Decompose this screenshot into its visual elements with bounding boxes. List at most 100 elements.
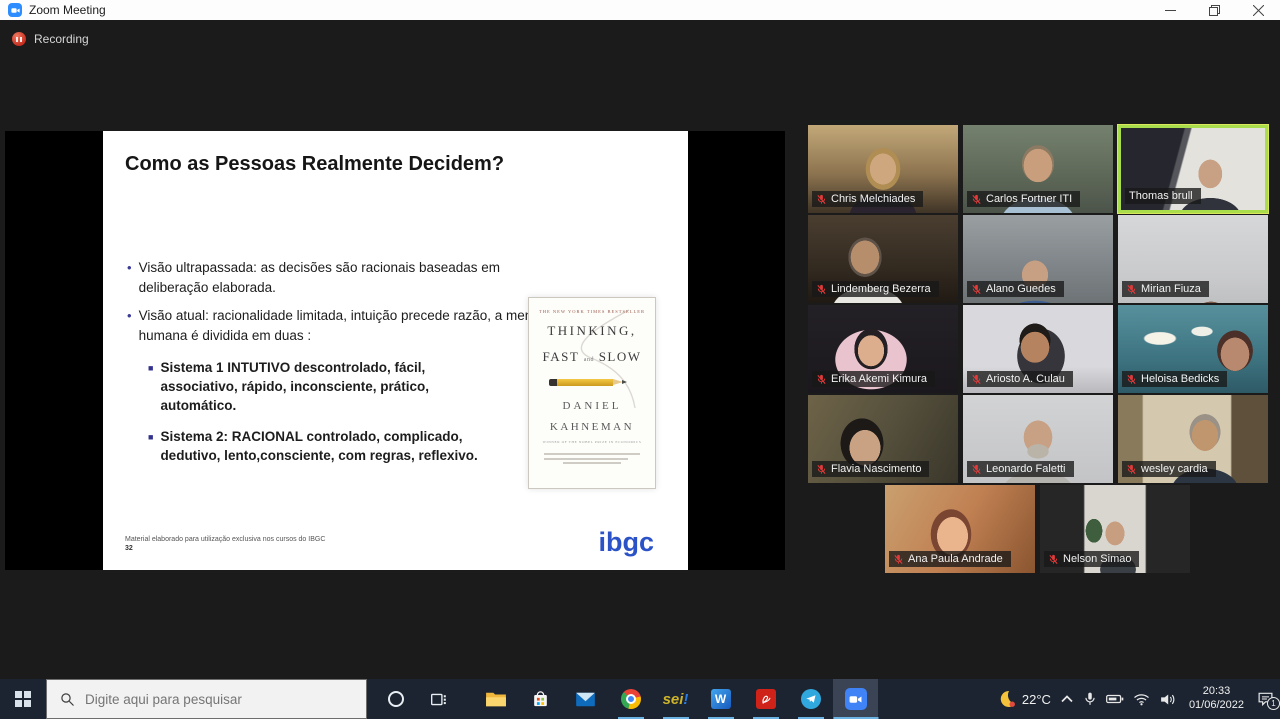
- slide-page-number: 32: [125, 544, 325, 553]
- book-author-line2: KAHNEMAN: [529, 421, 655, 433]
- muted-mic-icon: [893, 554, 904, 565]
- participant-name: Carlos Fortner ITI: [986, 193, 1072, 205]
- bullet-marker: •: [127, 258, 132, 297]
- muted-mic-icon: [971, 194, 982, 205]
- video-tile[interactable]: Flavia Nascimento: [808, 395, 958, 483]
- video-tile[interactable]: Lindemberg Bezerra: [808, 215, 958, 303]
- video-tile[interactable]: Nelson Simao: [1040, 485, 1190, 573]
- slide-bullet: • Visão ultrapassada: as decisões são ra…: [127, 258, 572, 297]
- search-input[interactable]: [85, 692, 335, 707]
- video-tile[interactable]: Alano Guedes: [963, 215, 1113, 303]
- network-tray-button[interactable]: [1133, 692, 1150, 706]
- participant-nameplate: Leonardo Faletti: [967, 461, 1074, 477]
- temperature: 22°C: [1022, 692, 1051, 707]
- title-bar: Zoom Meeting: [0, 0, 1280, 20]
- cortana-button[interactable]: [375, 679, 417, 719]
- video-tile[interactable]: wesley cardia: [1118, 395, 1268, 483]
- weather-widget[interactable]: 22°C: [997, 690, 1051, 708]
- participant-name: Nelson Simao: [1063, 553, 1131, 565]
- pinned-apps: sei! W: [473, 679, 878, 719]
- presentation-slide: Como as Pessoas Realmente Decidem? • Vis…: [103, 131, 688, 570]
- participant-nameplate: Thomas brull: [1125, 188, 1201, 204]
- microsoft-store-icon: [531, 689, 550, 709]
- book-review-text-placeholder: [544, 453, 640, 464]
- minimize-button[interactable]: [1148, 0, 1192, 20]
- slide-title: Como as Pessoas Realmente Decidem?: [125, 153, 504, 176]
- zoom-taskbar-button[interactable]: [833, 679, 878, 719]
- show-hidden-icons-button[interactable]: [1060, 694, 1074, 704]
- restore-button[interactable]: [1192, 0, 1236, 20]
- clock-date: 01/06/2022: [1189, 699, 1244, 713]
- recording-icon: [12, 32, 26, 46]
- volume-tray-button[interactable]: [1159, 692, 1176, 707]
- video-tile[interactable]: Mirian Fiuza: [1118, 215, 1268, 303]
- task-view-button[interactable]: [417, 679, 459, 719]
- cortana-icon: [388, 691, 404, 707]
- word-button[interactable]: W: [698, 679, 743, 719]
- book-author-line1: DANIEL: [529, 400, 655, 412]
- book-title-line1: THINKING,: [529, 323, 655, 339]
- muted-mic-icon: [816, 284, 827, 295]
- meeting-area: Recording Como as Pessoas Realmente Deci…: [0, 20, 1280, 679]
- muted-mic-icon: [816, 374, 827, 385]
- slide-bullet: • Visão atual: racionalidade limitada, i…: [127, 306, 572, 345]
- muted-mic-icon: [971, 464, 982, 475]
- chrome-icon: [621, 689, 641, 709]
- participant-name: Ana Paula Andrade: [908, 553, 1003, 565]
- participant-name: Leonardo Faletti: [986, 463, 1066, 475]
- slide-footer-text: Material elaborado para utilização exclu…: [125, 535, 325, 544]
- wifi-icon: [1133, 692, 1150, 706]
- taskbar-search[interactable]: [46, 679, 367, 719]
- participant-name: Flavia Nascimento: [831, 463, 921, 475]
- ibgc-logo: ibgc: [598, 527, 654, 558]
- file-explorer-button[interactable]: [473, 679, 518, 719]
- book-award-line: WINNER OF THE NOBEL PRIZE IN ECONOMICS: [529, 440, 655, 444]
- microsoft-store-button[interactable]: [518, 679, 563, 719]
- sei-button[interactable]: sei!: [653, 679, 698, 719]
- recording-label: Recording: [34, 32, 89, 46]
- bullet-marker: •: [127, 306, 132, 345]
- battery-icon: [1106, 692, 1124, 706]
- participant-name: Mirian Fiuza: [1141, 283, 1201, 295]
- chevron-up-icon: [1060, 694, 1074, 704]
- zoom-app-icon: [8, 3, 22, 17]
- chrome-button[interactable]: [608, 679, 653, 719]
- mail-icon: [575, 691, 596, 708]
- video-tile[interactable]: Heloisa Bedicks: [1118, 305, 1268, 393]
- video-tile[interactable]: Chris Melchiades: [808, 125, 958, 213]
- close-button[interactable]: [1236, 0, 1280, 20]
- video-tile[interactable]: Erika Akemi Kimura: [808, 305, 958, 393]
- start-button[interactable]: [0, 679, 46, 719]
- telegram-icon: [801, 689, 821, 709]
- speaker-icon: [1159, 692, 1176, 707]
- task-view-icon: [430, 691, 447, 708]
- video-tile[interactable]: Ana Paula Andrade: [885, 485, 1035, 573]
- participant-name: Lindemberg Bezerra: [831, 283, 931, 295]
- participant-nameplate: Flavia Nascimento: [812, 461, 929, 477]
- window-title: Zoom Meeting: [29, 3, 106, 17]
- recording-indicator: Recording: [12, 32, 89, 46]
- participant-name: Alano Guedes: [986, 283, 1056, 295]
- video-tile-active-speaker[interactable]: Thomas brull: [1118, 125, 1268, 213]
- zoom-meeting-window: Zoom Meeting Recording Como as Pessoas R…: [0, 0, 1280, 719]
- acrobat-button[interactable]: [743, 679, 788, 719]
- video-tile[interactable]: Leonardo Faletti: [963, 395, 1113, 483]
- notification-badge: 1: [1267, 697, 1280, 710]
- participant-name: wesley cardia: [1141, 463, 1208, 475]
- microphone-tray-button[interactable]: [1083, 691, 1097, 707]
- book-title-line2: FAST and SLOW: [529, 349, 655, 365]
- clock-time: 20:33: [1189, 685, 1244, 699]
- video-tile[interactable]: Carlos Fortner ITI: [963, 125, 1113, 213]
- muted-mic-icon: [1048, 554, 1059, 565]
- participant-name: Erika Akemi Kimura: [831, 373, 927, 385]
- mail-button[interactable]: [563, 679, 608, 719]
- taskbar-clock[interactable]: 20:33 01/06/2022: [1189, 685, 1244, 713]
- telegram-button[interactable]: [788, 679, 833, 719]
- video-tile[interactable]: Ariosto A. Culau: [963, 305, 1113, 393]
- battery-tray-button[interactable]: [1106, 692, 1124, 706]
- participant-name: Chris Melchiades: [831, 193, 915, 205]
- windows-logo-icon: [15, 691, 31, 707]
- zoom-icon: [845, 688, 867, 710]
- action-center-button[interactable]: 1: [1257, 691, 1274, 707]
- participant-nameplate: Alano Guedes: [967, 281, 1064, 297]
